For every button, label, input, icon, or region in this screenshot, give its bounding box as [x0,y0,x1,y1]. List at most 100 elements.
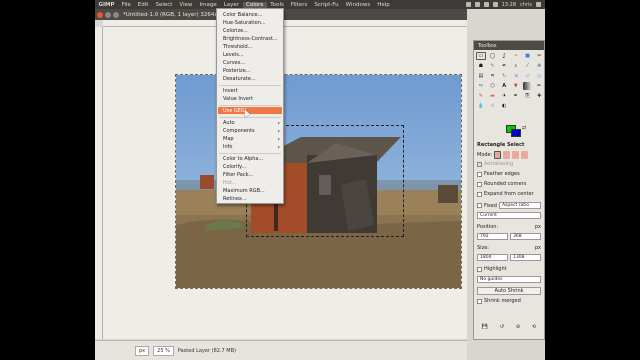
battery-icon[interactable] [483,2,489,7]
current-field[interactable]: Current [477,212,541,219]
text-tool-icon[interactable]: A [499,82,509,90]
restore-options-icon[interactable]: ↺ [500,324,504,330]
power-icon[interactable] [536,2,541,7]
smudge-tool-icon[interactable]: ☝ [488,102,498,110]
menu-item-info[interactable]: Info [223,144,232,150]
replace-mode-icon[interactable] [494,151,502,159]
menu-layer[interactable]: Layer [220,2,242,8]
intersect-mode-icon[interactable] [521,151,529,159]
swap-colors-icon[interactable]: ⇄ [522,125,526,131]
guides-select[interactable]: No guides [477,276,541,283]
scissors-tool-icon[interactable]: ✂ [534,52,544,60]
paths-tool-icon[interactable]: ✎ [488,62,498,70]
cage-tool-icon[interactable]: ⬡ [488,82,498,90]
foreground-select-tool-icon[interactable]: ☗ [476,62,486,70]
menu-item-curves[interactable]: Curves... [223,60,245,66]
perspective-tool-icon[interactable]: ◇ [534,72,544,80]
color-select-tool-icon[interactable]: ■ [523,52,533,60]
auto-shrink-button[interactable]: Auto Shrink [477,287,541,295]
menu-item-filter-pack[interactable]: Filter Pack... [223,172,253,178]
ellipse-select-tool-icon[interactable]: ◯ [488,52,498,60]
volume-icon[interactable] [492,2,498,7]
bg-color-swatch[interactable] [511,129,521,137]
blur-tool-icon[interactable]: 💧 [476,102,486,110]
size-unit[interactable]: px [535,245,541,251]
feather-checkbox[interactable] [477,171,482,177]
size-w-input[interactable]: 1804 [477,254,508,261]
menu-select[interactable]: Select [152,2,176,8]
menu-item-retinex[interactable]: Retinex... [223,196,247,202]
shear-tool-icon[interactable]: ▱ [523,72,533,80]
menu-item-value-invert[interactable]: Value Invert [223,96,253,102]
menu-item-threshold[interactable]: Threshold... [223,44,252,50]
position-y-input[interactable]: 368 [510,233,541,240]
size-h-input[interactable]: 1308 [510,254,541,261]
zoom-tool-icon[interactable]: ⌕ [511,62,521,70]
mail-icon[interactable] [474,2,480,7]
menu-item-posterize[interactable]: Posterize... [223,68,250,74]
vertical-ruler[interactable] [95,27,103,339]
ink-tool-icon[interactable]: ✒ [511,92,521,100]
rotate-tool-icon[interactable]: ↻ [499,72,509,80]
pencil-tool-icon[interactable]: ✏ [534,82,544,90]
network-icon[interactable] [465,2,471,7]
align-tool-icon[interactable]: ▤ [476,72,486,80]
crop-tool-icon[interactable]: ⌗ [488,72,498,80]
menu-item-map[interactable]: Map [223,136,234,142]
paintbrush-tool-icon[interactable]: ✎ [476,92,486,100]
menu-item-components[interactable]: Components [223,128,255,134]
rect-select-tool-icon[interactable]: ▭ [476,52,486,60]
menu-item-auto[interactable]: Auto [223,120,235,126]
clone-tool-icon[interactable]: ⎘ [523,92,533,100]
toolbox-titlebar[interactable]: Toolbox [474,41,544,50]
shrink-merged-checkbox[interactable] [477,298,482,304]
subtract-mode-icon[interactable] [512,151,520,159]
move-tool-icon[interactable]: ✥ [534,62,544,70]
fuzzy-select-tool-icon[interactable]: ✦ [511,52,521,60]
menu-help[interactable]: Help [374,2,394,8]
menu-view[interactable]: View [176,2,196,8]
color-picker-tool-icon[interactable]: ✒ [499,62,509,70]
menu-item-hue-saturation[interactable]: Hue-Saturation... [223,20,266,26]
heal-tool-icon[interactable]: ✚ [534,92,544,100]
blend-tool-icon[interactable] [522,82,533,90]
menu-script-fu[interactable]: Script-Fu [311,2,342,8]
position-x-input[interactable]: 792 [477,233,508,240]
position-unit[interactable]: px [535,224,541,230]
free-select-tool-icon[interactable]: ʆ [499,52,509,60]
bucket-fill-tool-icon[interactable]: ▼ [511,82,521,90]
add-mode-icon[interactable] [503,151,511,159]
menu-item-desaturate[interactable]: Desaturate... [223,76,256,82]
menu-file[interactable]: File [118,2,134,8]
zoom-select[interactable]: 25 % [153,345,174,356]
menu-tools[interactable]: Tools [267,2,288,8]
menu-item-color-to-alpha[interactable]: Color to Alpha... [223,156,263,162]
user-name[interactable]: chris [520,2,532,8]
flip-tool-icon[interactable]: ⇋ [476,82,486,90]
unit-select[interactable]: px [135,345,150,356]
horizontal-ruler[interactable] [103,20,467,35]
minimize-icon[interactable] [105,11,111,18]
fixed-select[interactable]: Aspect ratio [498,202,541,209]
menu-item-colorize[interactable]: Colorize... [223,28,248,34]
menu-item-brightness-contrast[interactable]: Brightness-Contrast... [223,36,278,42]
menu-item-maximum-rgb[interactable]: Maximum RGB... [223,188,265,194]
fixed-checkbox[interactable] [477,203,482,208]
expand-checkbox[interactable] [477,191,482,197]
airbrush-tool-icon[interactable]: ✈ [499,92,509,100]
eraser-tool-icon[interactable]: ▬ [488,92,498,100]
menu-item-colorify[interactable]: Colorify... [223,164,246,170]
save-options-icon[interactable]: 💾 [482,324,488,330]
close-icon[interactable] [97,11,103,18]
scale-tool-icon[interactable]: ⇲ [511,72,521,80]
maximize-icon[interactable] [113,11,119,18]
menu-windows[interactable]: Windows [342,2,374,8]
menu-item-levels[interactable]: Levels... [223,52,244,58]
clock[interactable]: 13:28 [502,2,516,8]
highlight-checkbox[interactable] [477,266,482,272]
menu-image[interactable]: Image [196,2,220,8]
reset-options-icon[interactable]: ⟲ [532,324,536,330]
canvas-area[interactable] [103,27,467,339]
dodge-burn-tool-icon[interactable]: ◐ [499,102,509,110]
antialiasing-checkbox[interactable] [477,161,482,167]
